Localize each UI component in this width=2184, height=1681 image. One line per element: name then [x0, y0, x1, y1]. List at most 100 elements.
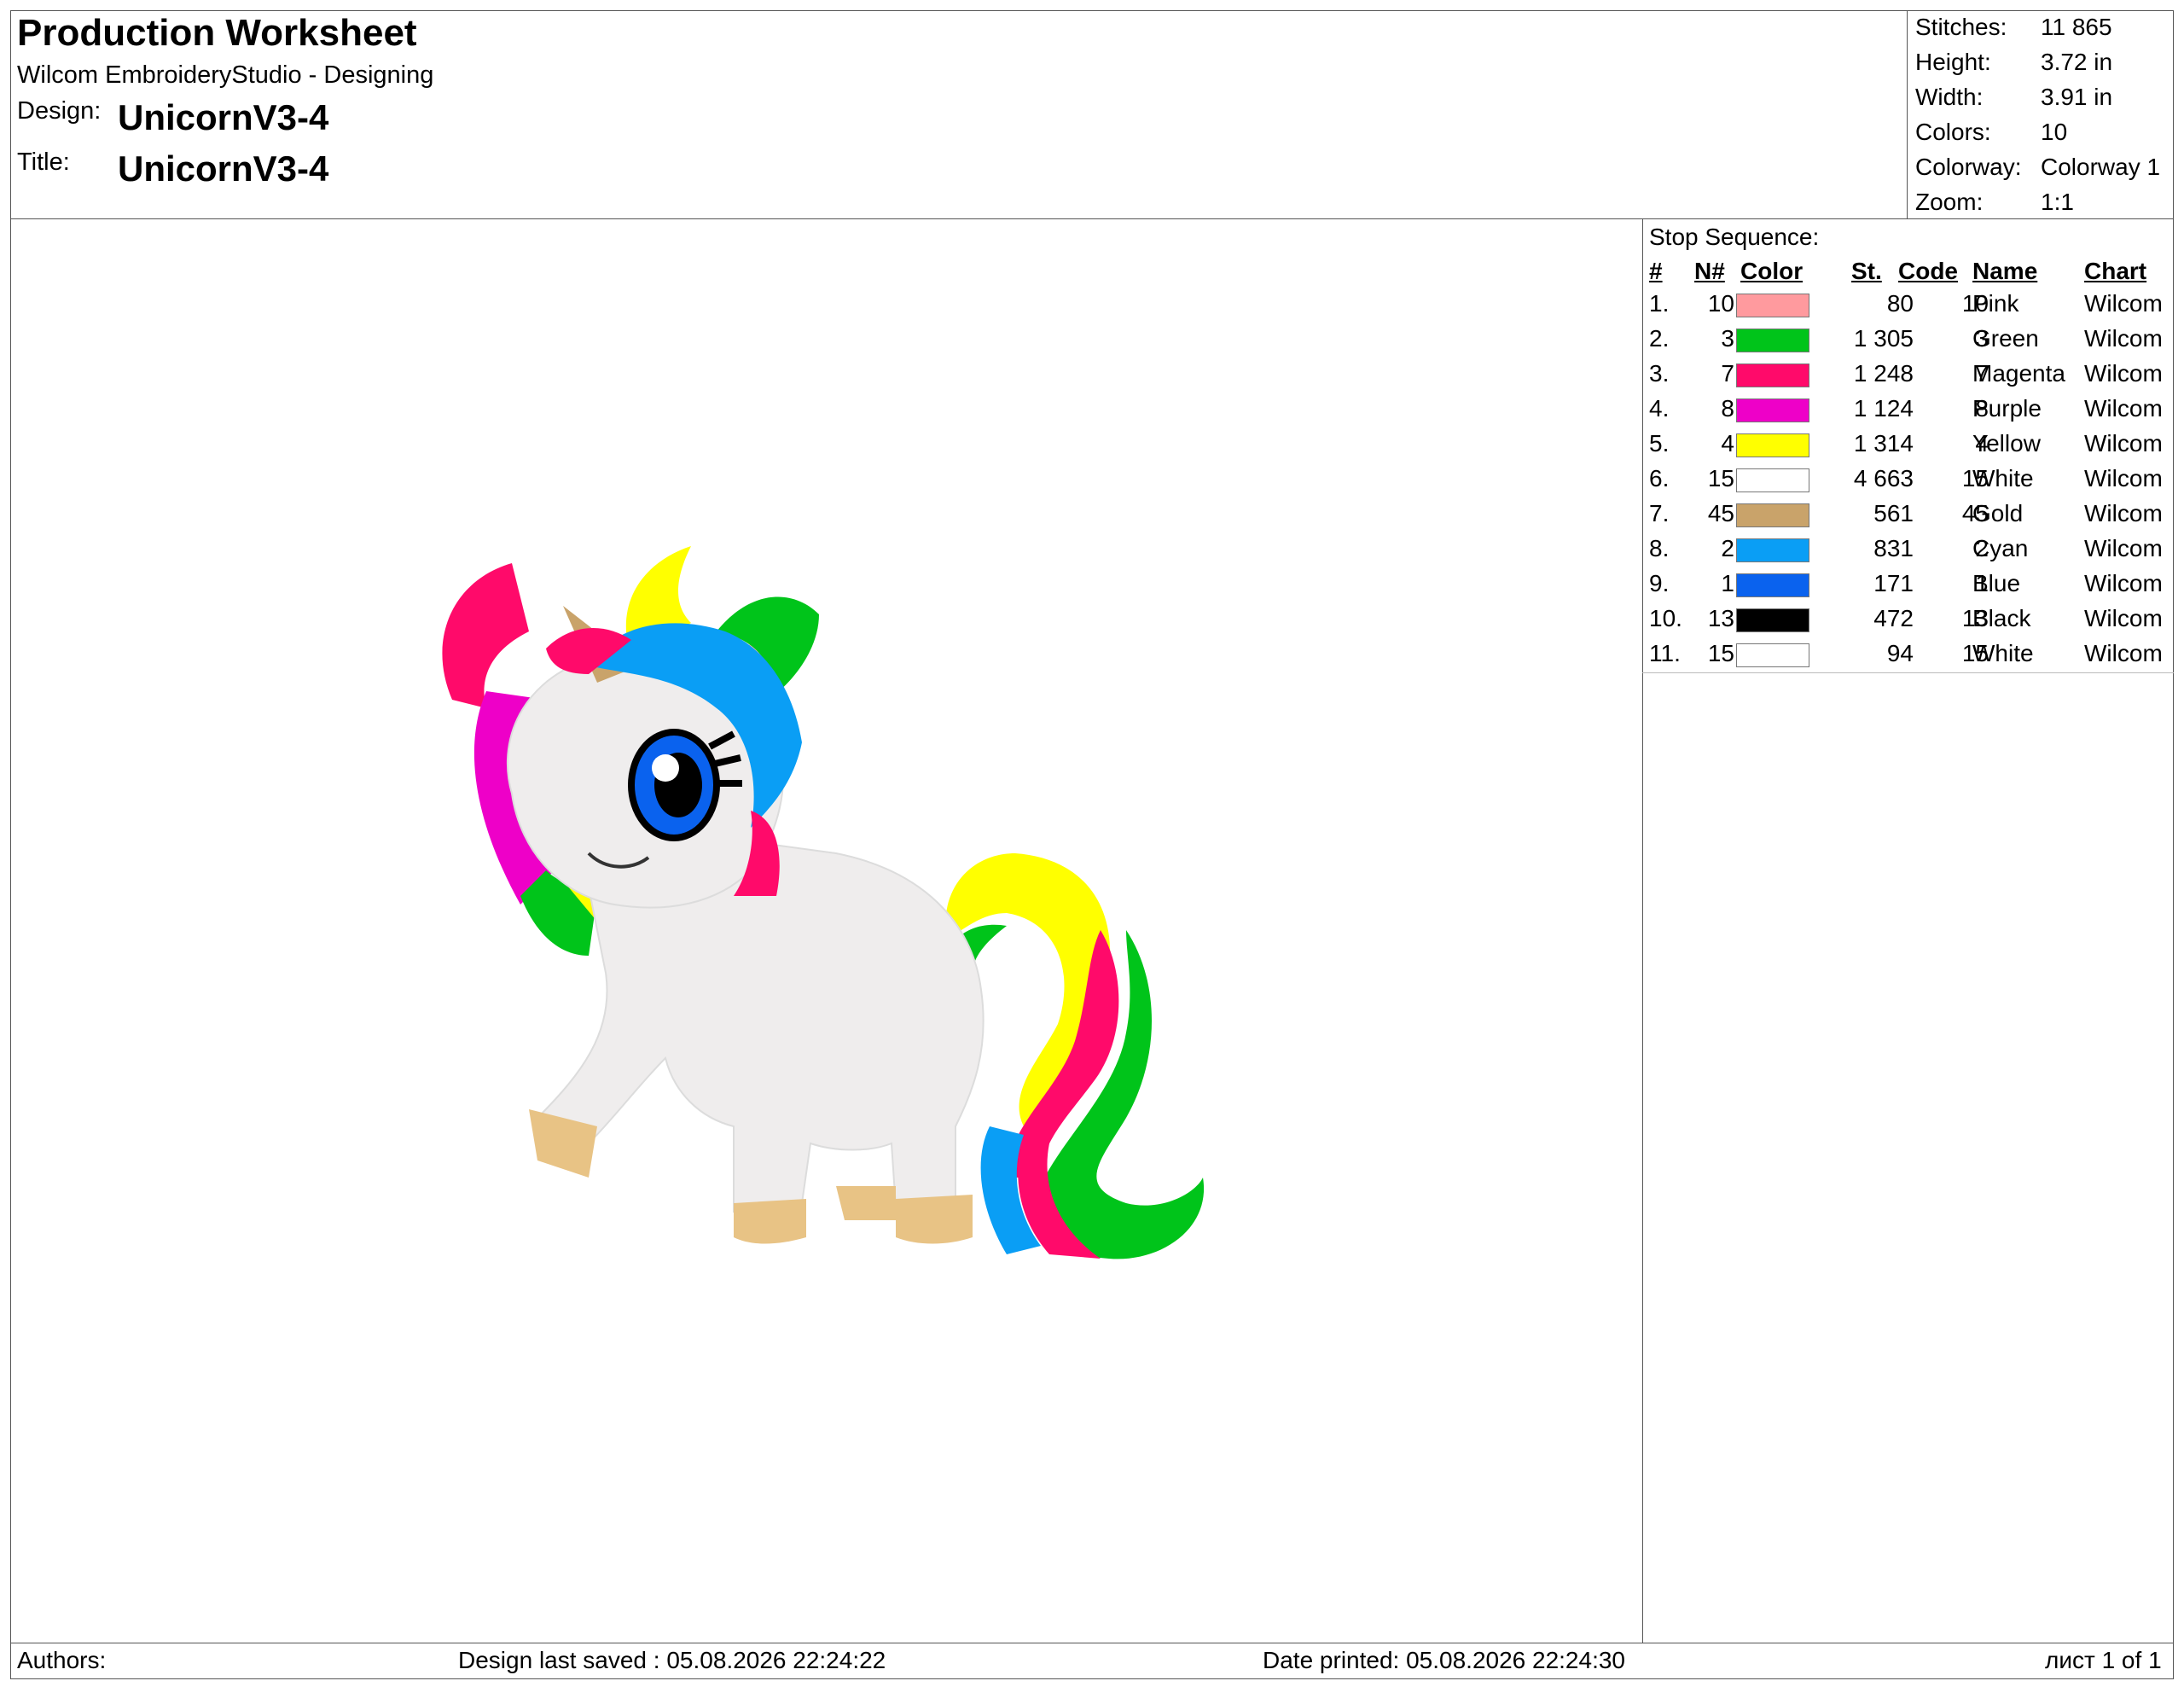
- row-needle: 2: [1721, 535, 1734, 561]
- row-index: 10.: [1649, 605, 1682, 631]
- color-swatch: [1736, 294, 1809, 317]
- hoof-back: [896, 1195, 973, 1244]
- row-index: 5.: [1649, 430, 1670, 457]
- row-stitches: 1 248: [1853, 360, 1914, 387]
- row-color-name: Gold: [1972, 500, 2024, 526]
- col-header-name: Name: [1972, 258, 2038, 284]
- row-stitches: 561: [1873, 500, 1914, 526]
- stats-divider: [1907, 10, 1908, 218]
- row-stitches: 1 314: [1853, 430, 1914, 457]
- stop-sequence-row: 1. 10 80 10 Pink Wilcom: [1642, 290, 2174, 325]
- col-header-stitches: St.: [1851, 258, 1882, 284]
- col-header-chart: Chart: [2084, 258, 2147, 284]
- stat-label: Colors:: [1915, 119, 1991, 145]
- row-chart: Wilcom: [2084, 360, 2163, 387]
- color-swatch: [1736, 608, 1809, 632]
- row-stitches: 80: [1886, 290, 1914, 317]
- page-title: Production Worksheet: [17, 12, 417, 54]
- row-chart: Wilcom: [2084, 395, 2163, 422]
- date-printed: Date printed: 05.08.2026 22:24:30: [1263, 1647, 1626, 1673]
- color-swatch: [1736, 398, 1809, 422]
- color-swatch: [1736, 433, 1809, 457]
- row-stitches: 171: [1873, 570, 1914, 596]
- row-needle: 10: [1707, 290, 1734, 317]
- row-index: 11.: [1649, 640, 1681, 666]
- hoof-back-left: [836, 1186, 896, 1220]
- color-swatch: [1736, 468, 1809, 492]
- stat-label: Height:: [1915, 49, 1991, 75]
- stat-label: Zoom:: [1915, 189, 1984, 215]
- row-index: 9.: [1649, 570, 1670, 596]
- stat-value: 11 865: [2041, 14, 2112, 40]
- row-needle: 3: [1721, 325, 1734, 352]
- stop-sequence-row: 3. 7 1 248 7 Magenta Wilcom: [1642, 360, 2174, 395]
- row-color-name: Cyan: [1972, 535, 2029, 561]
- color-swatch: [1736, 329, 1809, 352]
- row-needle: 7: [1721, 360, 1734, 387]
- color-swatch: [1736, 503, 1809, 527]
- row-chart: Wilcom: [2084, 605, 2163, 631]
- row-stitches: 4 663: [1853, 465, 1914, 492]
- app-subtitle: Wilcom EmbroideryStudio - Designing: [17, 61, 434, 89]
- col-header-color: Color: [1740, 258, 1804, 284]
- row-chart: Wilcom: [2084, 290, 2163, 317]
- stop-sequence-row: 6. 15 4 663 15 White Wilcom: [1642, 465, 2174, 500]
- row-color-name: Pink: [1972, 290, 2019, 317]
- stat-value: 10: [2041, 119, 2068, 145]
- row-color-name: White: [1972, 640, 2034, 666]
- stop-sequence-title: Stop Sequence:: [1649, 224, 1820, 250]
- row-index: 2.: [1649, 325, 1670, 352]
- row-color-name: Purple: [1972, 395, 2042, 422]
- row-stitches: 1 305: [1853, 325, 1914, 352]
- stat-label: Colorway:: [1915, 154, 2022, 180]
- row-needle: 1: [1721, 570, 1734, 596]
- stat-label: Stitches:: [1915, 14, 2007, 40]
- title-value: UnicornV3-4: [118, 148, 329, 189]
- stop-sequence-row: 4. 8 1 124 8 Purple Wilcom: [1642, 395, 2174, 430]
- row-stitches: 472: [1873, 605, 1914, 631]
- row-chart: Wilcom: [2084, 535, 2163, 561]
- row-color-name: White: [1972, 465, 2034, 492]
- stop-sequence-row: 10. 13 472 13 Black Wilcom: [1642, 605, 2174, 640]
- col-header-index: #: [1649, 258, 1663, 284]
- row-color-name: Yellow: [1972, 430, 2041, 457]
- row-color-name: Blue: [1972, 570, 2021, 596]
- stop-sequence-row: 2. 3 1 305 3 Green Wilcom: [1642, 325, 2174, 360]
- row-chart: Wilcom: [2084, 570, 2163, 596]
- col-header-code: Code: [1898, 258, 1958, 284]
- mane-back-magenta: [442, 563, 529, 708]
- stop-sequence-row: 5. 4 1 314 4 Yellow Wilcom: [1642, 430, 2174, 465]
- page-number: лист 1 of 1: [2045, 1647, 2162, 1673]
- stat-label: Width:: [1915, 84, 1984, 110]
- stat-value: 1:1: [2041, 189, 2074, 215]
- row-stitches: 831: [1873, 535, 1914, 561]
- row-chart: Wilcom: [2084, 430, 2163, 457]
- row-needle: 15: [1707, 640, 1734, 666]
- stat-value: 3.72 in: [2041, 49, 2113, 75]
- row-needle: 45: [1707, 500, 1734, 526]
- color-swatch: [1736, 573, 1809, 597]
- authors-label: Authors:: [17, 1647, 107, 1673]
- row-index: 6.: [1649, 465, 1670, 492]
- stop-sequence-row: 11. 15 94 15 White Wilcom: [1642, 640, 2174, 675]
- unicorn-design-preview: [442, 546, 1205, 1259]
- row-index: 4.: [1649, 395, 1670, 422]
- eye-highlight: [652, 754, 679, 782]
- hoof-front: [734, 1199, 806, 1244]
- stop-sequence-row: 8. 2 831 2 Cyan Wilcom: [1642, 535, 2174, 570]
- row-color-name: Black: [1972, 605, 2031, 631]
- row-color-name: Magenta: [1972, 360, 2065, 387]
- design-name: UnicornV3-4: [118, 97, 329, 137]
- color-swatch: [1736, 643, 1809, 667]
- color-swatch: [1736, 538, 1809, 562]
- stop-sequence-row: 7. 45 561 45 Gold Wilcom: [1642, 500, 2174, 535]
- row-chart: Wilcom: [2084, 500, 2163, 526]
- row-needle: 13: [1707, 605, 1734, 631]
- row-needle: 4: [1721, 430, 1734, 457]
- row-chart: Wilcom: [2084, 465, 2163, 492]
- stat-value: Colorway 1: [2041, 154, 2161, 180]
- row-stitches: 1 124: [1853, 395, 1914, 422]
- row-chart: Wilcom: [2084, 325, 2163, 352]
- row-chart: Wilcom: [2084, 640, 2163, 666]
- last-saved: Design last saved : 05.08.2026 22:24:22: [458, 1647, 886, 1673]
